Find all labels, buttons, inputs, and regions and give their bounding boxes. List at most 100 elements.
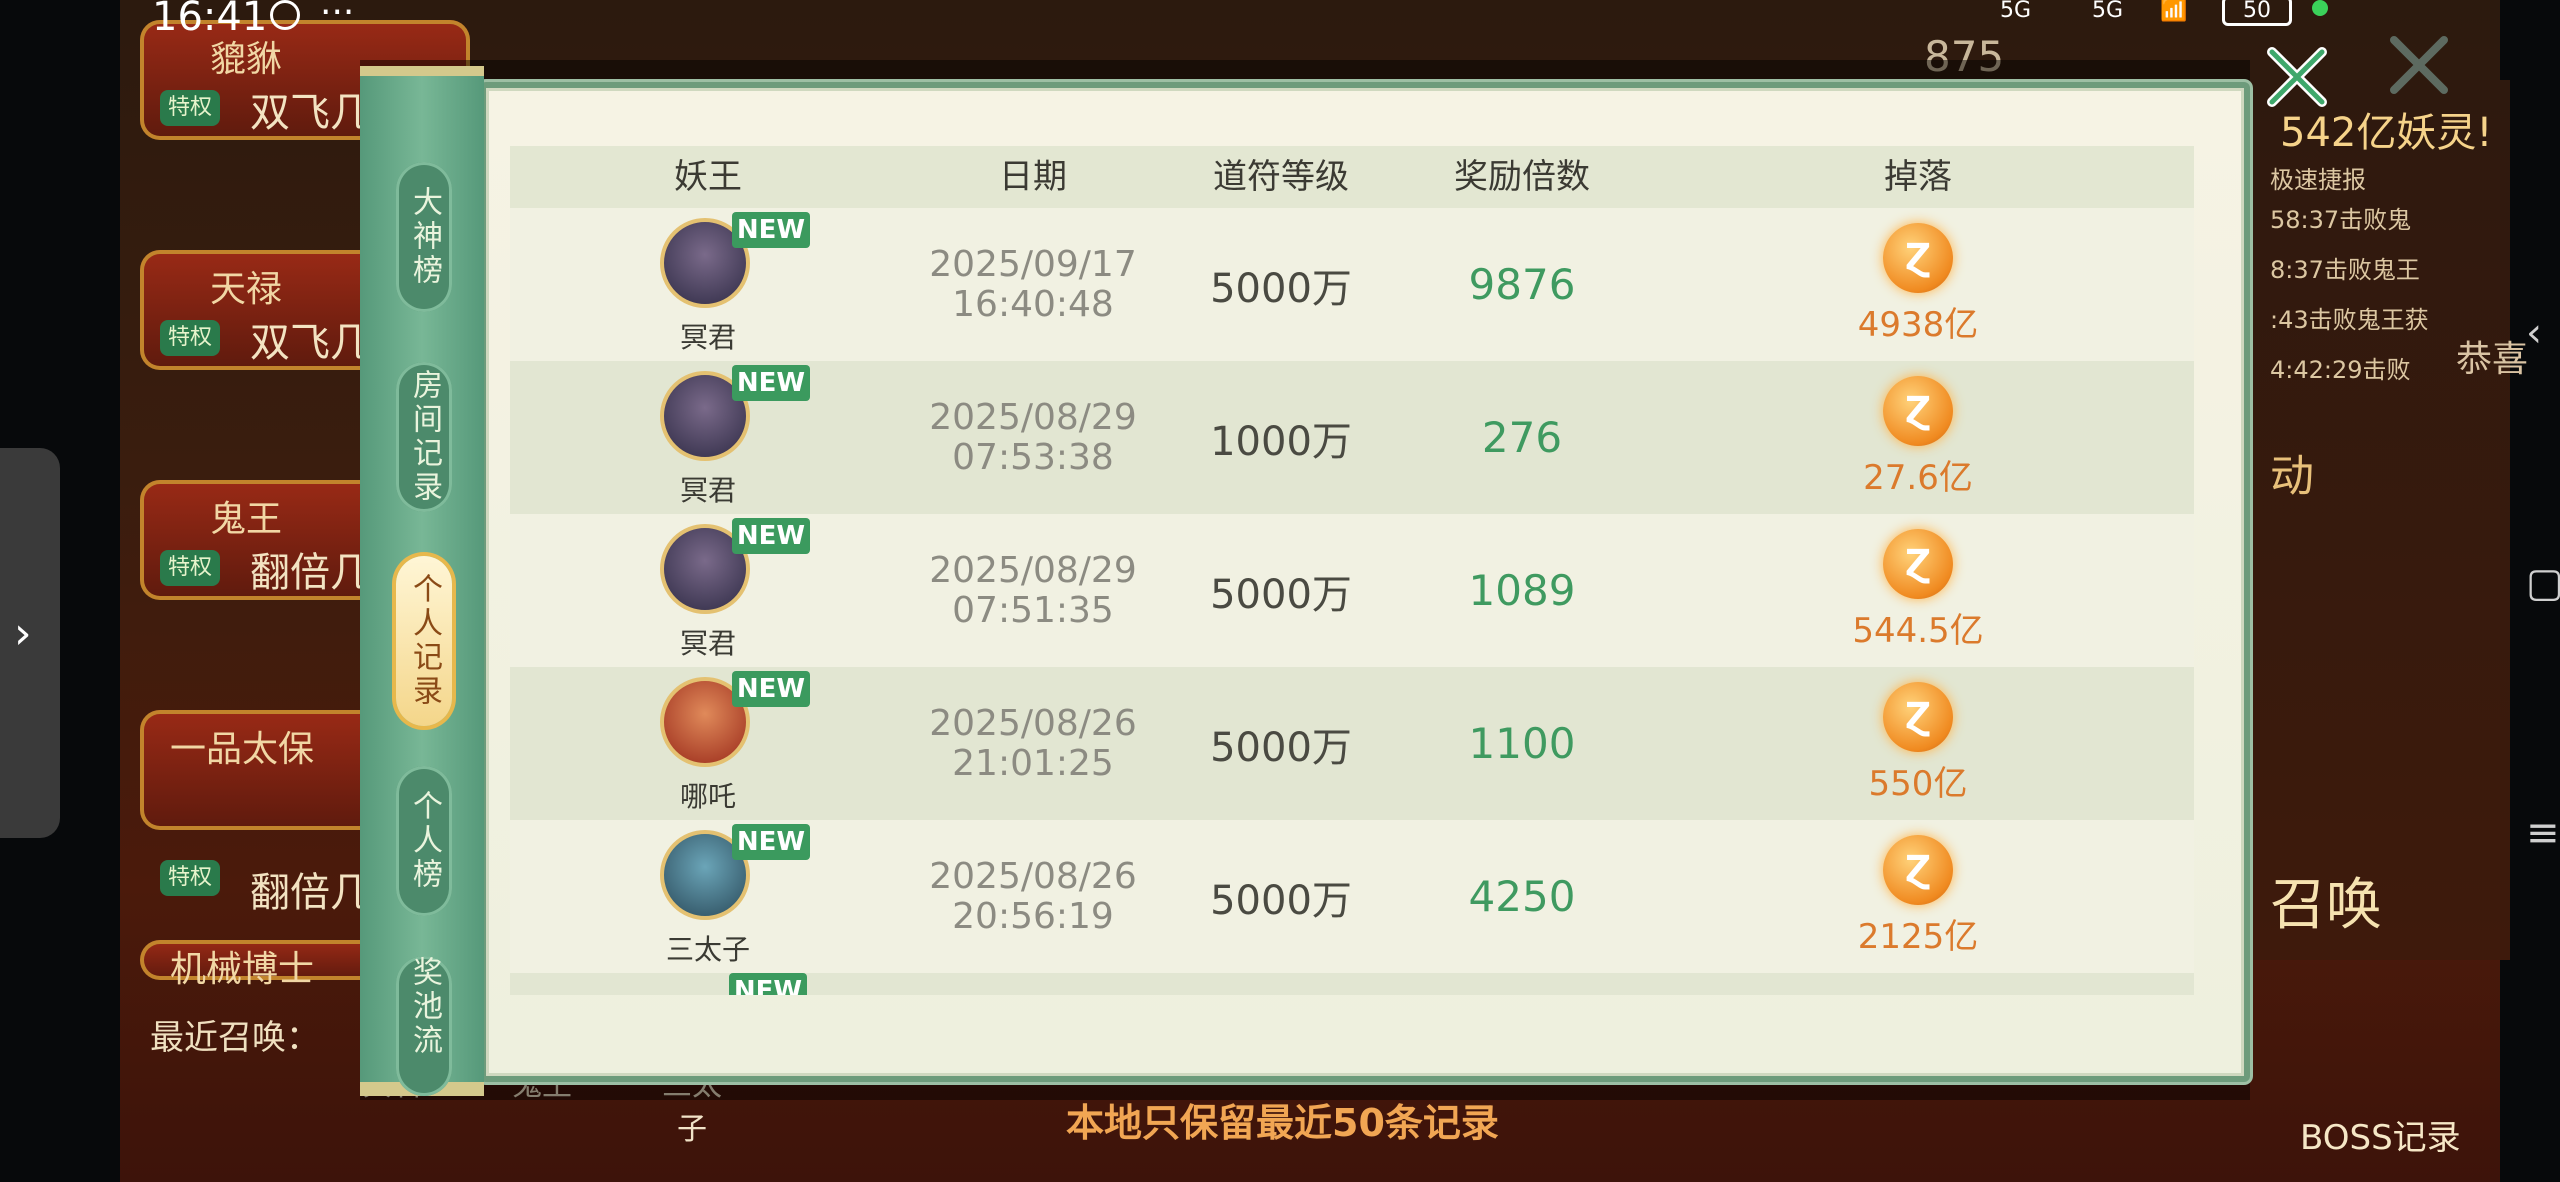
drop-cell: Ɀ 4938亿 <box>1642 208 2194 361</box>
record-date: 2025/08/26 <box>929 702 1137 744</box>
boss-cell: NEW 哪吒 <box>510 667 906 820</box>
boss-name: 冥君 <box>679 473 736 507</box>
level-cell: 5000万 <box>1160 208 1402 361</box>
coin-icon: Ɀ <box>1883 682 1953 752</box>
news-line: 58:37击败鬼 <box>2270 206 2412 234</box>
record-sidebar: 大神榜 房间记录 个人记录 个人榜 奖池流 <box>360 66 484 1096</box>
chevron-left-icon[interactable]: ‹ <box>2526 310 2542 356</box>
boss-cell: NEW 冥君 <box>510 361 906 514</box>
new-badge: NEW <box>732 517 810 554</box>
date-cell: 2025/08/29 07:51:35 <box>906 514 1160 667</box>
record-date: 2025/08/29 <box>929 549 1137 591</box>
level-cell: 5000万 <box>1160 667 1402 820</box>
tab-top-players[interactable]: 大神榜 <box>396 162 452 312</box>
boss-tab-sub: 双飞几 <box>250 90 370 136</box>
level-cell: 5000万 <box>1160 820 1402 973</box>
avatar: NEW <box>660 211 810 314</box>
talisman-level: 5000万 <box>1210 877 1352 924</box>
drop-cell: Ɀ 2125亿 <box>1642 820 2194 973</box>
tab-personal-ranking[interactable]: 个人榜 <box>396 766 452 916</box>
tab-prize-pool[interactable]: 奖池流 <box>396 956 452 1096</box>
header-boss: 妖王 <box>674 157 742 197</box>
close-button[interactable] <box>2260 40 2334 114</box>
boss-log-button[interactable]: BOSS记录 <box>2300 1110 2461 1159</box>
privilege-badge: 特权 <box>160 860 220 896</box>
drop-cell: Ɀ 550亿 <box>1642 667 2194 820</box>
records-table: 妖王 日期 道符等级 奖励倍数 掉落 NEW 冥君 2025/09/17 16:… <box>510 146 2194 998</box>
news-panel: 542亿妖灵! 极速捷报 58:37击败鬼 8:37击败鬼王 :43击败鬼王获 … <box>2240 80 2510 960</box>
date-cell: 2025/08/29 07:53:38 <box>906 361 1160 514</box>
new-badge: NEW <box>732 211 810 248</box>
tab-label: 奖池流 <box>407 956 442 1058</box>
menu-icon[interactable]: ≡ <box>2526 810 2560 856</box>
avatar: NEW <box>660 670 810 773</box>
close-icon-background[interactable] <box>2384 30 2454 100</box>
boss-tab-name: 鬼王 <box>210 499 283 540</box>
boss-cell: NEW <box>510 973 906 995</box>
recent-summon-label: 最近召唤： <box>150 1018 320 1058</box>
talisman-level: 5000万 <box>1210 724 1352 771</box>
new-badge: NEW <box>732 670 810 707</box>
talisman-level: 5000万 <box>1210 265 1352 312</box>
news-line: 8:37击败鬼王 <box>2270 256 2420 284</box>
table-row: NEW 三太子 2025/08/26 20:56:19 5000万 4250 Ɀ… <box>510 820 2194 973</box>
talisman-level: 5000万 <box>1210 571 1352 618</box>
record-time: 21:01:25 <box>952 742 1114 784</box>
header-level: 道符等级 <box>1213 157 1349 197</box>
privilege-badge: 特权 <box>160 90 220 126</box>
drop-amount: 4938亿 <box>1857 305 1979 345</box>
signal-5g-icon: 5G <box>2000 0 2032 23</box>
boss-cell: NEW 三太子 <box>510 820 906 973</box>
multiplier-cell: 9876 <box>1402 208 1642 361</box>
multiplier-cell: 1100 <box>1402 667 1642 820</box>
multiplier-cell: 4250 <box>1402 820 1642 973</box>
header-multiplier: 奖励倍数 <box>1454 157 1590 197</box>
status-bar: 16:41 ··· 5G 5G 📶 50 <box>0 0 2560 40</box>
boss-name: 冥君 <box>679 626 736 660</box>
square-icon[interactable]: ▢ <box>2526 560 2560 606</box>
boss-tab-name: 一品太保 <box>170 729 315 770</box>
recording-indicator-icon <box>2312 0 2328 16</box>
tab-room-records[interactable]: 房间记录 <box>396 362 452 512</box>
date-cell: 2025/08/26 21:01:25 <box>906 667 1160 820</box>
header-drop: 掉落 <box>1884 157 1952 197</box>
table-row: NEW 冥君 2025/08/29 07:53:38 1000万 276 Ɀ 2… <box>510 361 2194 514</box>
footer-note: 本地只保留最近50条记录 <box>1066 1101 1499 1145</box>
boss-tab-name: 天禄 <box>210 269 283 310</box>
drop-amount: 544.5亿 <box>1852 611 1984 651</box>
record-time: 07:51:35 <box>952 589 1114 631</box>
reward-multiplier: 276 <box>1481 413 1563 462</box>
header-date: 日期 <box>999 157 1067 197</box>
level-cell: 1000万 <box>1160 361 1402 514</box>
new-badge: NEW <box>732 364 810 401</box>
privilege-badge: 特权 <box>160 320 220 356</box>
avatar: NEW <box>660 823 810 926</box>
side-drawer-handle[interactable]: › <box>0 448 60 838</box>
signal-5g-icon-2: 5G <box>2092 0 2124 23</box>
drop-amount: 2125亿 <box>1857 917 1979 957</box>
drop-amount: 550亿 <box>1868 764 1968 804</box>
news-line: :43击败鬼王获 <box>2270 306 2429 334</box>
tab-label: 房间记录 <box>407 369 442 505</box>
boss-name: 冥君 <box>679 320 736 354</box>
news-line: 动 <box>2270 451 2314 502</box>
reward-multiplier: 4250 <box>1468 872 1576 921</box>
tab-label: 个人记录 <box>407 573 442 709</box>
wifi-icon: 📶 <box>2160 0 2188 23</box>
news-line: 4:42:29击败 <box>2270 356 2411 384</box>
boss-tab-sub: 翻倍几 <box>250 550 370 596</box>
tab-personal-records[interactable]: 个人记录 <box>396 556 452 726</box>
privilege-badge: 特权 <box>160 550 220 586</box>
record-date: 2025/09/17 <box>929 243 1137 285</box>
table-row: NEW 冥君 2025/08/29 07:51:35 5000万 1089 Ɀ … <box>510 514 2194 667</box>
multiplier-cell: 1089 <box>1402 514 1642 667</box>
reward-multiplier: 1100 <box>1468 719 1576 768</box>
talisman-level: 1000万 <box>1210 418 1352 465</box>
record-time: 20:56:19 <box>952 895 1114 937</box>
summon-button-text[interactable]: 召唤 <box>2270 860 2382 941</box>
boss-tab-sub: 双飞几 <box>250 320 370 366</box>
coin-icon: Ɀ <box>1883 835 1953 905</box>
multiplier-cell: 276 <box>1402 361 1642 514</box>
more-notifications-icon: ··· <box>320 0 355 33</box>
boss-cell: NEW 冥君 <box>510 208 906 361</box>
